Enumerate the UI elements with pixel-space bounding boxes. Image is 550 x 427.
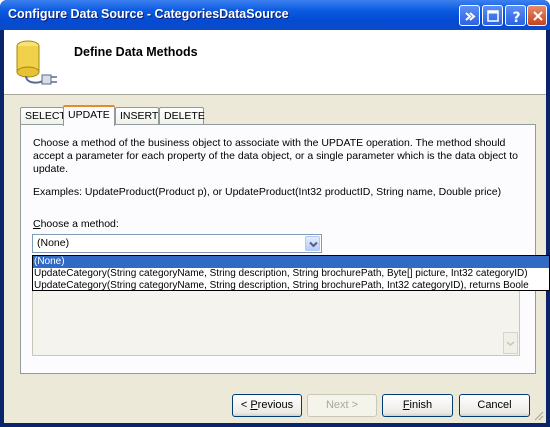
- maximize-button[interactable]: [482, 5, 503, 26]
- header-title: Define Data Methods: [74, 45, 198, 59]
- dropdown-arrow-button[interactable]: [305, 236, 320, 251]
- wizard-client-area: Define Data Methods SELECT UPDATE INSERT…: [4, 30, 546, 423]
- back-nav-button[interactable]: [459, 5, 480, 26]
- cancel-button[interactable]: Cancel: [459, 394, 530, 417]
- finish-hotkey: F: [402, 399, 410, 411]
- method-option[interactable]: UpdateCategory(String categoryName, Stri…: [33, 280, 549, 290]
- method-select-value: (None): [37, 237, 70, 249]
- finish-button[interactable]: Finish: [382, 394, 453, 417]
- choose-method-hotkey: C: [33, 218, 41, 230]
- previous-rest: revious: [257, 399, 294, 411]
- close-button[interactable]: [527, 5, 547, 26]
- choose-method-label-rest: hoose a method:: [40, 218, 119, 230]
- method-dropdown-list[interactable]: (None) UpdateCategory(String categoryNam…: [32, 255, 550, 291]
- chevron-down-icon: [309, 241, 318, 248]
- wizard-window: Configure Data Source - CategoriesDataSo…: [0, 0, 550, 427]
- wizard-header: Define Data Methods: [4, 30, 546, 95]
- update-tab-panel: Choose a method of the business object t…: [20, 124, 536, 374]
- tab-select[interactable]: SELECT: [20, 107, 66, 125]
- window-title: Configure Data Source - CategoriesDataSo…: [8, 7, 289, 21]
- choose-method-label: Choose a method:: [33, 218, 119, 230]
- tab-delete[interactable]: DELETE: [159, 107, 205, 125]
- finish-rest: inish: [409, 399, 433, 411]
- svg-text:?: ?: [512, 10, 520, 26]
- resize-grip-icon[interactable]: [532, 409, 544, 421]
- database-plug-icon: [16, 40, 57, 85]
- previous-hotkey: P: [250, 399, 258, 411]
- title-bar[interactable]: Configure Data Source - CategoriesDataSo…: [0, 0, 550, 30]
- maximize-icon: [487, 10, 499, 22]
- examples-text: Examples: UpdateProduct(Product p), or U…: [33, 186, 502, 198]
- previous-prefix: <: [240, 399, 251, 411]
- chevron-down-icon: [506, 341, 515, 346]
- method-option[interactable]: (None): [33, 256, 549, 268]
- previous-button[interactable]: < Previous: [232, 394, 302, 417]
- help-button[interactable]: ?: [505, 5, 526, 26]
- method-option[interactable]: UpdateCategory(String categoryName, Stri…: [33, 268, 549, 280]
- scrollbar-down-button: [503, 332, 518, 354]
- method-select[interactable]: (None): [32, 234, 322, 253]
- next-button[interactable]: Next >: [307, 394, 377, 417]
- instructions-text: Choose a method of the business object t…: [33, 137, 519, 175]
- double-arrow-icon: [465, 12, 476, 21]
- tab-update[interactable]: UPDATE: [63, 105, 115, 126]
- tab-insert[interactable]: INSERT: [115, 107, 159, 125]
- close-icon: [533, 11, 543, 21]
- question-mark-icon: ?: [512, 10, 520, 26]
